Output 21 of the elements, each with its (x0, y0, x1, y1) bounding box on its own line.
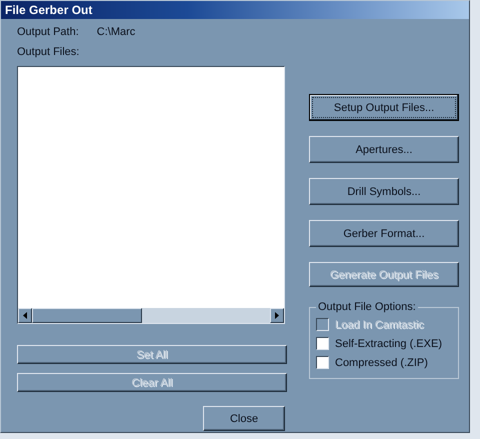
output-path-value: C:\Marc (96, 26, 136, 40)
left-arrow-icon (23, 312, 27, 319)
checkbox-label: Self-Extracting (.EXE) (335, 338, 442, 350)
checkbox-label: Load In Camtastic (335, 318, 424, 330)
action-button[interactable]: Gerber Format... (309, 220, 459, 247)
window-title: File Gerber Out (5, 3, 92, 17)
output-files-label: Output Files: (17, 46, 80, 60)
output-path-label: Output Path: (17, 26, 79, 40)
action-button[interactable]: Drill Symbols... (309, 178, 459, 205)
action-button[interactable]: Apertures... (309, 136, 459, 163)
options-group-title: Output File Options: (317, 301, 417, 313)
right-arrow-icon (275, 312, 279, 319)
checkbox[interactable] (316, 337, 329, 350)
close-button[interactable]: Close (203, 406, 285, 431)
scroll-thumb[interactable] (32, 308, 142, 323)
checkbox-label: Compressed (.ZIP) (335, 356, 428, 368)
scroll-left-button[interactable] (18, 308, 32, 323)
horizontal-scrollbar[interactable] (18, 308, 284, 323)
action-button[interactable]: Setup Output Files... (309, 94, 459, 121)
checkbox[interactable] (316, 356, 329, 369)
scroll-right-button[interactable] (270, 308, 284, 323)
